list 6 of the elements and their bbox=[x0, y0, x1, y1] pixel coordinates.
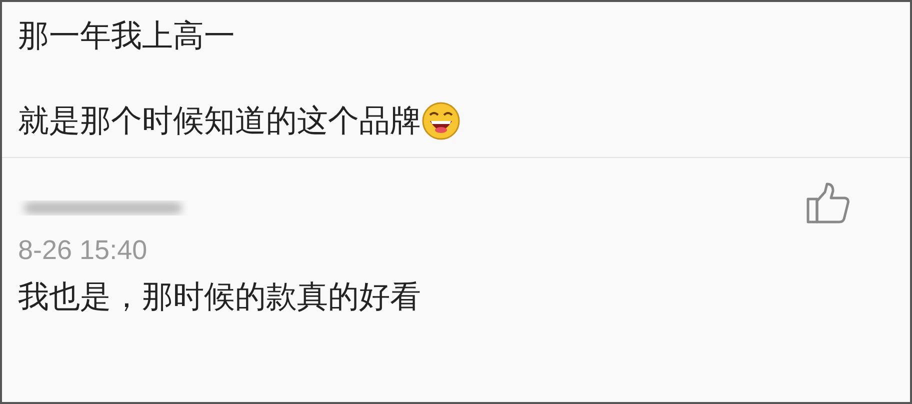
timestamp: 8-26 15:40 bbox=[18, 235, 148, 266]
reply-text: 我也是，那时候的款真的好看 bbox=[18, 278, 421, 315]
laughing-emoji-icon bbox=[421, 101, 461, 142]
post-text: 就是那个时候知道的这个品牌 bbox=[18, 102, 421, 140]
post-text: 那一年我上高一 bbox=[18, 18, 235, 56]
thumbs-up-icon[interactable] bbox=[806, 182, 850, 224]
